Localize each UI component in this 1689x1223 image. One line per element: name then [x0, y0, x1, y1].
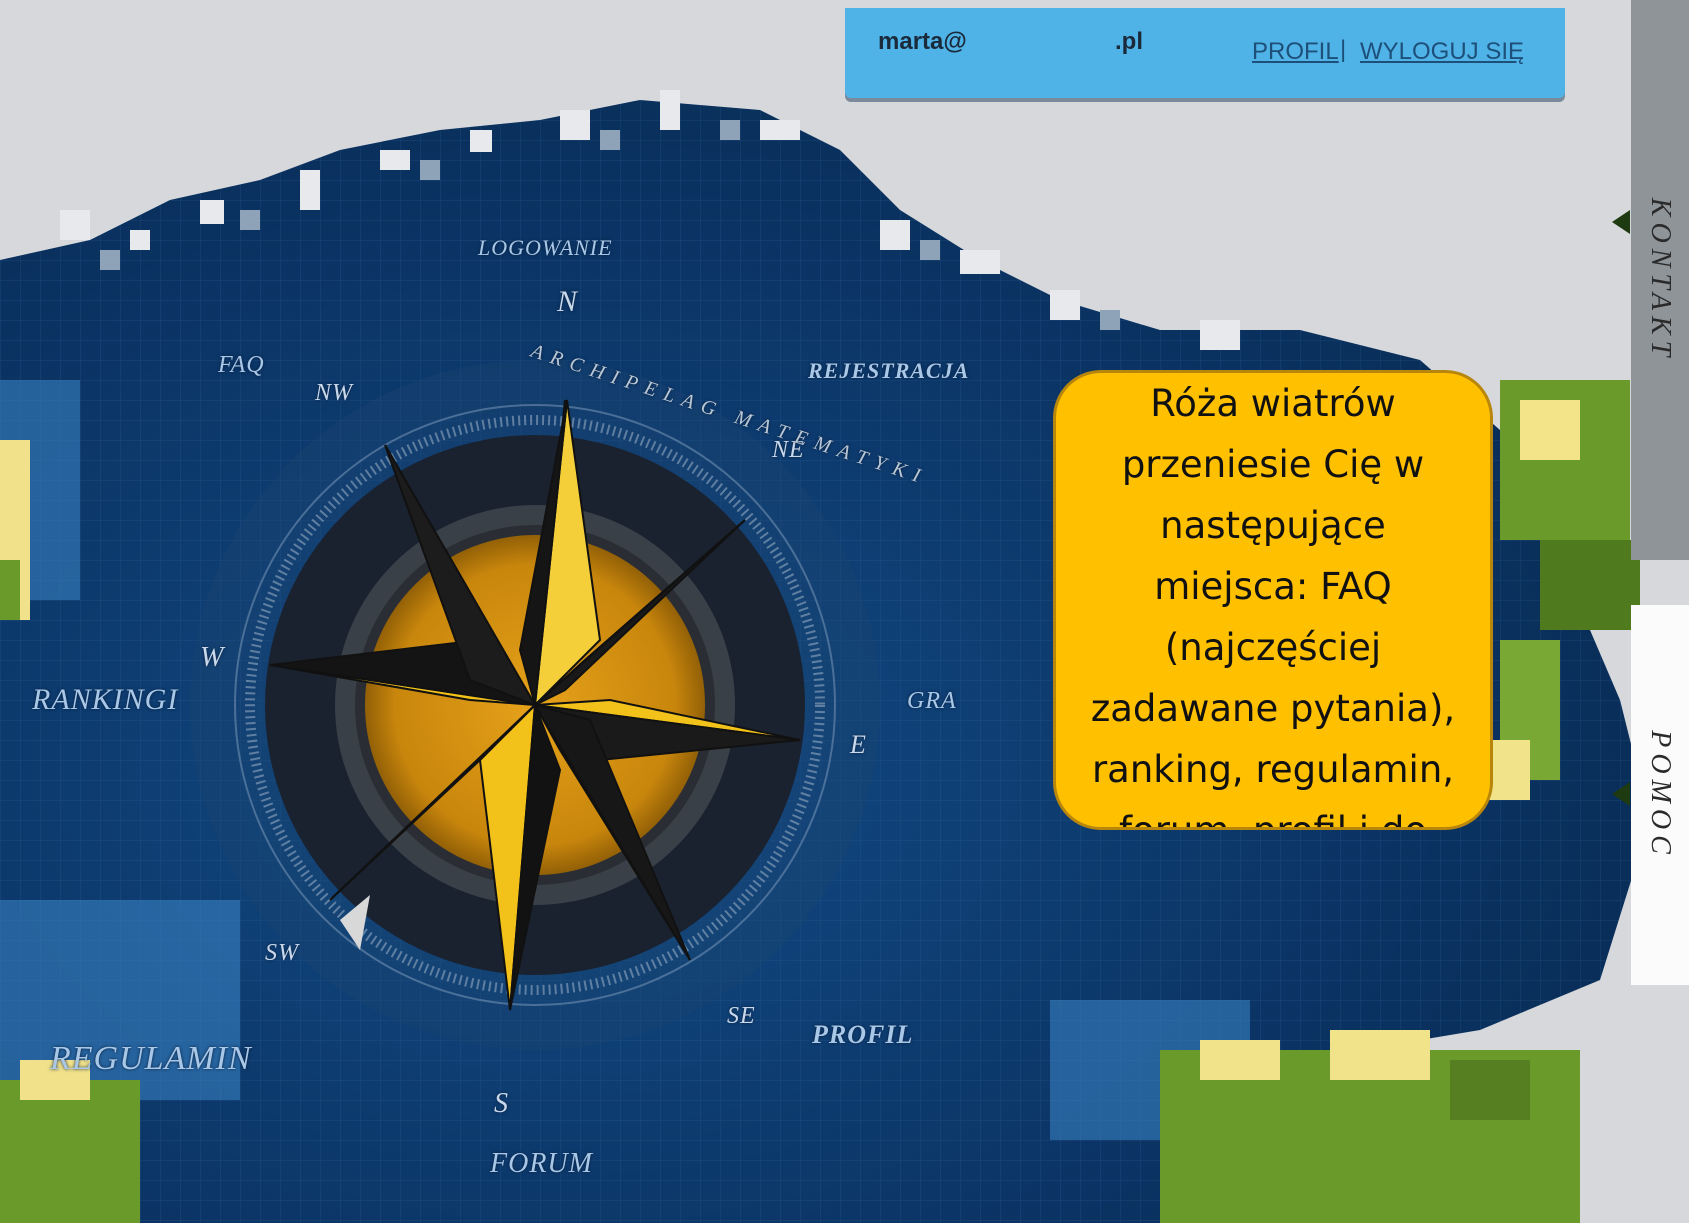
- nav-rankingi[interactable]: RANKINGI: [32, 683, 178, 717]
- contact-tab[interactable]: KONTAKT: [1631, 0, 1689, 560]
- nav-logowanie[interactable]: LOGOWANIE: [478, 235, 613, 261]
- nav-profil[interactable]: PROFIL: [812, 1020, 913, 1050]
- contact-tab-label: KONTAKT: [1645, 197, 1676, 363]
- contact-tab-arrow-icon: [1612, 210, 1630, 234]
- nav-regulamin[interactable]: REGULAMIN: [50, 1040, 252, 1078]
- callout-text: Róża wiatrów przeniesie Cię w następując…: [1090, 382, 1456, 827]
- help-tab-label: POMOC: [1645, 730, 1676, 860]
- help-tab-arrow-icon: [1612, 782, 1630, 806]
- compass-dir-n: N: [557, 285, 579, 318]
- compass-dir-se: SE: [727, 1003, 756, 1029]
- help-tab[interactable]: POMOC: [1631, 605, 1689, 985]
- nav-rejestracja[interactable]: REJESTRACJA: [808, 358, 969, 384]
- info-callout: Róża wiatrów przeniesie Cię w następując…: [1053, 370, 1493, 830]
- compass-dir-sw: SW: [265, 940, 299, 966]
- nav-faq[interactable]: FAQ: [218, 352, 265, 379]
- compass-dir-w: W: [200, 642, 225, 673]
- user-email-suffix: .pl: [1115, 28, 1143, 55]
- logout-link[interactable]: WYLOGUJ SIĘ: [1360, 38, 1524, 66]
- compass-dir-e: E: [850, 730, 867, 759]
- profile-link[interactable]: PROFIL: [1252, 38, 1339, 66]
- compass-dir-s: S: [494, 1088, 509, 1119]
- header-separator: |: [1340, 36, 1347, 63]
- nav-forum[interactable]: FORUM: [490, 1148, 593, 1180]
- user-email-prefix: marta@: [878, 28, 967, 55]
- nav-gra[interactable]: GRA: [907, 688, 957, 715]
- compass-dir-nw: NW: [315, 380, 353, 406]
